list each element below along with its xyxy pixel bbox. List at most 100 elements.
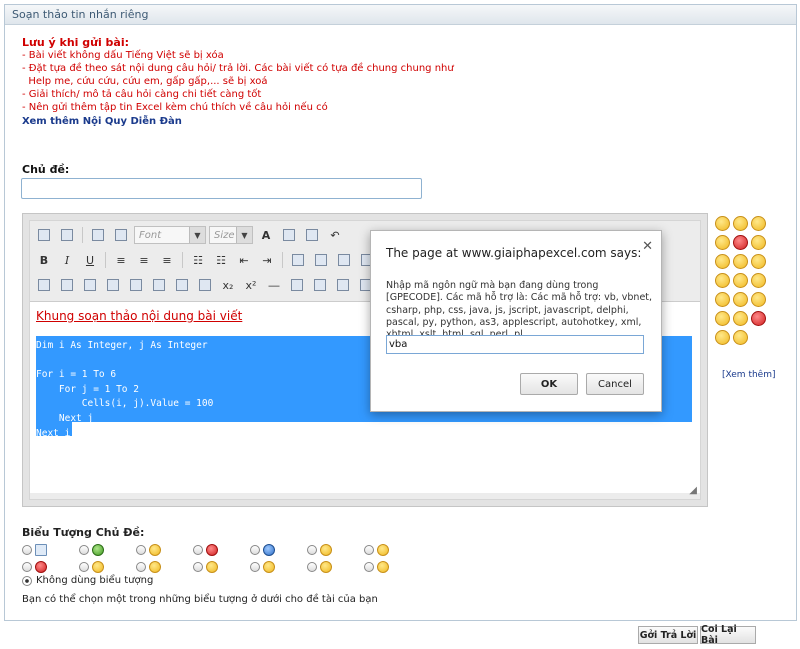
smiley-icon[interactable] [715,330,730,345]
font-select[interactable]: Font ▼ [134,226,206,244]
subscript-icon[interactable]: x₂ [218,276,238,294]
superscript-icon[interactable]: x² [241,276,261,294]
table-props-icon[interactable] [195,276,215,294]
language-code-input[interactable]: vba [386,335,644,354]
indent-icon[interactable]: ⇥ [257,251,277,269]
preview-post-button[interactable]: Coi Lại Bài [700,624,756,646]
underline-icon[interactable]: U [80,251,100,269]
post-icon-option[interactable] [364,542,421,558]
radio-button[interactable] [193,545,203,555]
post-icon-option[interactable] [250,542,307,558]
bold-icon[interactable]: B [34,251,54,269]
smiley-icon[interactable] [279,226,299,244]
table-delete-row-icon[interactable] [103,276,123,294]
ordered-list-icon[interactable]: ☷ [188,251,208,269]
smiley-icon[interactable] [733,330,748,345]
post-icon-option[interactable] [22,542,79,558]
table-delete-col-icon[interactable] [126,276,146,294]
cancel-button[interactable]: Cancel [586,373,644,395]
post-icon-option[interactable] [250,559,307,575]
remove-format-icon[interactable] [57,226,77,244]
code-block[interactable]: Dim i As Integer, j As Integer For i = 1… [36,339,213,441]
info-icon[interactable] [333,276,353,294]
post-icon-option[interactable] [79,559,136,575]
calendar-icon[interactable] [310,276,330,294]
radio-button[interactable] [250,562,260,572]
table-insert-col-icon[interactable] [80,276,100,294]
align-right-icon[interactable]: ≡ [157,251,177,269]
smiley-icon[interactable] [751,216,766,231]
table-icon[interactable] [34,276,54,294]
grid-icon[interactable] [287,276,307,294]
submit-reply-button[interactable]: Gởi Trả Lời [638,626,698,644]
radio-button[interactable] [193,562,203,572]
ok-button[interactable]: OK [520,373,578,395]
table-insert-row-icon[interactable] [57,276,77,294]
smiley-icon[interactable] [715,254,730,269]
post-icon-option[interactable] [307,542,364,558]
insert-media-icon[interactable] [302,226,322,244]
radio-button[interactable] [307,545,317,555]
subject-input[interactable] [21,178,422,199]
post-icon-option[interactable] [193,542,250,558]
post-icon-option[interactable] [79,542,136,558]
close-icon[interactable]: ✕ [642,239,653,254]
undo-icon[interactable]: ↶ [325,226,345,244]
radio-button[interactable] [22,562,32,572]
post-icon-option[interactable] [136,542,193,558]
smiley-icon[interactable] [715,311,730,326]
no-icon-option[interactable]: Không dùng biểu tượng [22,575,153,586]
smiley-icon[interactable] [751,235,766,250]
post-icon-option[interactable] [364,559,421,575]
smiley-icon[interactable] [715,216,730,231]
smiley-icon[interactable] [733,254,748,269]
smile-icon [377,544,389,556]
post-icon-option[interactable] [307,559,364,575]
table-split-icon[interactable] [172,276,192,294]
email-link-icon[interactable] [311,251,331,269]
rules-link[interactable]: Xem thêm Nội Quy Diễn Đàn [22,115,454,128]
post-icon-option[interactable] [22,559,79,575]
image-icon[interactable] [334,251,354,269]
radio-button-selected[interactable] [22,575,32,586]
smiley-icon[interactable] [733,216,748,231]
align-center-icon[interactable]: ≡ [134,251,154,269]
table-merge-icon[interactable] [149,276,169,294]
toolbar-separator [105,252,106,268]
post-icon-option[interactable] [193,559,250,575]
radio-button[interactable] [364,562,374,572]
smiley-icon[interactable] [751,273,766,288]
smiley-icon[interactable] [733,292,748,307]
smiley-icon[interactable] [751,254,766,269]
radio-button[interactable] [79,545,89,555]
radio-button[interactable] [22,545,32,555]
size-select[interactable]: Size ▼ [209,226,253,244]
radio-button[interactable] [136,562,146,572]
smiley-icon[interactable] [715,273,730,288]
radio-button[interactable] [79,562,89,572]
radio-button[interactable] [364,545,374,555]
radio-button[interactable] [136,545,146,555]
radio-button[interactable] [307,562,317,572]
text-color-icon[interactable]: A [256,226,276,244]
post-icon-option[interactable] [136,559,193,575]
horizontal-rule-icon[interactable]: ― [264,276,284,294]
resize-handle-icon[interactable]: ◢ [689,485,697,496]
smiley-icon[interactable] [715,235,730,250]
smiley-icon[interactable] [733,311,748,326]
font-color-icon[interactable] [34,226,54,244]
align-left-icon[interactable]: ≡ [111,251,131,269]
angry-smiley-icon[interactable] [733,235,748,250]
radio-button[interactable] [250,545,260,555]
smiley-icon[interactable] [715,292,730,307]
smiley-icon[interactable] [751,311,766,326]
paste-text-icon[interactable] [111,226,131,244]
paste-icon[interactable] [88,226,108,244]
more-smilies-link[interactable]: [Xem thêm] [722,370,776,380]
smiley-icon[interactable] [751,292,766,307]
italic-icon[interactable]: I [57,251,77,269]
link-icon[interactable] [288,251,308,269]
unordered-list-icon[interactable]: ☷ [211,251,231,269]
outdent-icon[interactable]: ⇤ [234,251,254,269]
smiley-icon[interactable] [733,273,748,288]
